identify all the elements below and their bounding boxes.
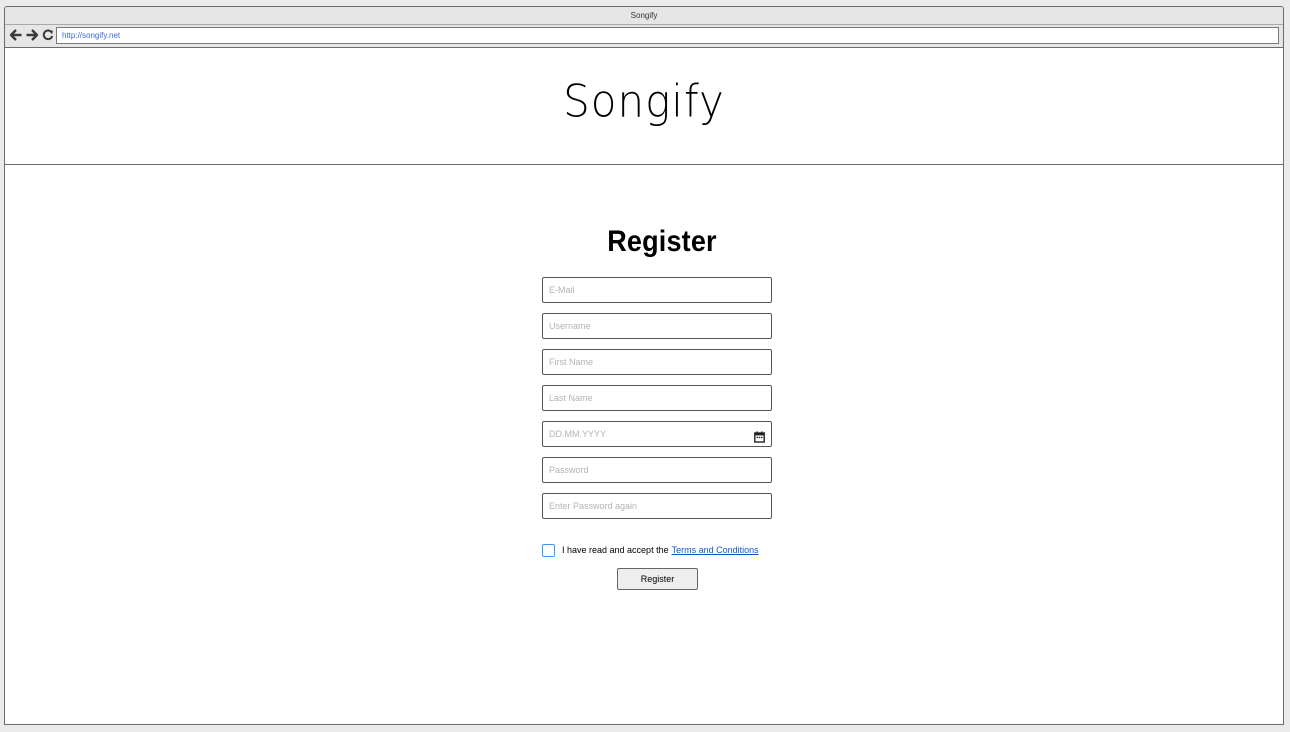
reload-icon[interactable] bbox=[41, 28, 54, 42]
forward-arrow-icon[interactable] bbox=[25, 28, 38, 42]
page-title: Register bbox=[607, 225, 717, 258]
window-title: Songify bbox=[5, 7, 1283, 25]
browser-window: Songify http://songify.net Songify Regis… bbox=[4, 6, 1284, 725]
birthdate-field[interactable]: DD.MM.YYYY bbox=[542, 421, 772, 447]
terms-label: I have read and accept the bbox=[562, 545, 669, 555]
register-form: Register E-Mail Username First Name Last… bbox=[542, 219, 774, 590]
site-header: Songify bbox=[5, 47, 1283, 165]
site-logo[interactable]: Songify bbox=[563, 76, 725, 127]
terms-checkbox[interactable] bbox=[542, 543, 555, 557]
register-button[interactable]: Register bbox=[617, 568, 698, 590]
calendar-icon[interactable] bbox=[754, 428, 765, 443]
first-name-field[interactable]: First Name bbox=[542, 349, 772, 375]
terms-link[interactable]: Terms and Conditions bbox=[672, 545, 759, 555]
last-name-field[interactable]: Last Name bbox=[542, 385, 772, 411]
password-repeat-field[interactable]: Enter Password again bbox=[542, 493, 772, 519]
birthdate-placeholder: DD.MM.YYYY bbox=[549, 429, 607, 439]
username-field[interactable]: Username bbox=[542, 313, 772, 339]
browser-toolbar: http://songify.net bbox=[5, 25, 1283, 48]
terms-row: I have read and accept the Terms and Con… bbox=[542, 543, 759, 557]
email-field[interactable]: E-Mail bbox=[542, 277, 772, 303]
address-bar[interactable]: http://songify.net bbox=[56, 27, 1279, 44]
back-arrow-icon[interactable] bbox=[9, 28, 22, 42]
password-field[interactable]: Password bbox=[542, 457, 772, 483]
